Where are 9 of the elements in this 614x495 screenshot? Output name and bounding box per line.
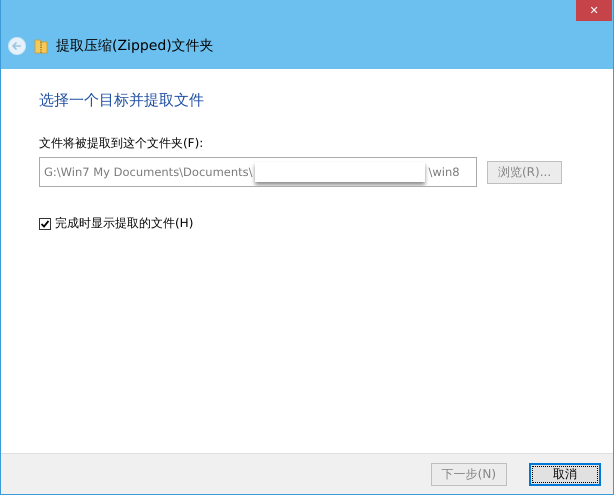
destination-path-field[interactable]: G:\Win7 My Documents\Documents\ \win8 xyxy=(39,157,477,187)
cancel-button[interactable]: 取消 xyxy=(529,462,601,486)
field-label: 文件将被提取到这个文件夹(F): xyxy=(39,135,204,152)
zip-folder-icon xyxy=(34,38,48,54)
close-button[interactable]: ✕ xyxy=(576,0,612,21)
checkbox[interactable] xyxy=(39,218,51,230)
checkbox-label: 完成时显示提取的文件(H) xyxy=(55,215,194,232)
instruction-heading: 选择一个目标并提取文件 xyxy=(39,91,205,110)
window-title: 提取压缩(Zipped)文件夹 xyxy=(56,37,214,55)
